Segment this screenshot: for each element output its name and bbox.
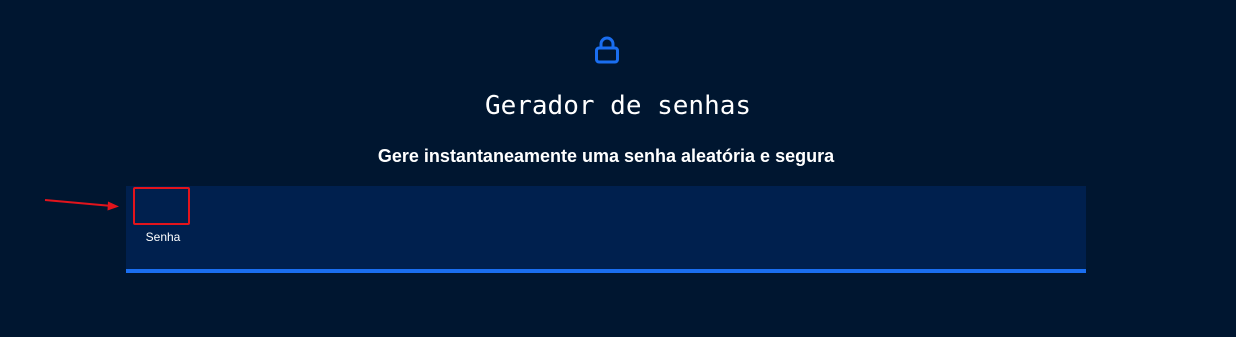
page-title: Gerador de senhas: [484, 91, 752, 121]
lock-icon: [595, 36, 619, 64]
password-output-field[interactable]: [133, 187, 190, 225]
page-subtitle: Gere instantaneamente uma senha aleatóri…: [377, 146, 835, 166]
red-arrow-icon: [44, 199, 119, 211]
password-label: Senha: [145, 230, 181, 244]
password-generator-panel: Senha: [126, 186, 1086, 273]
